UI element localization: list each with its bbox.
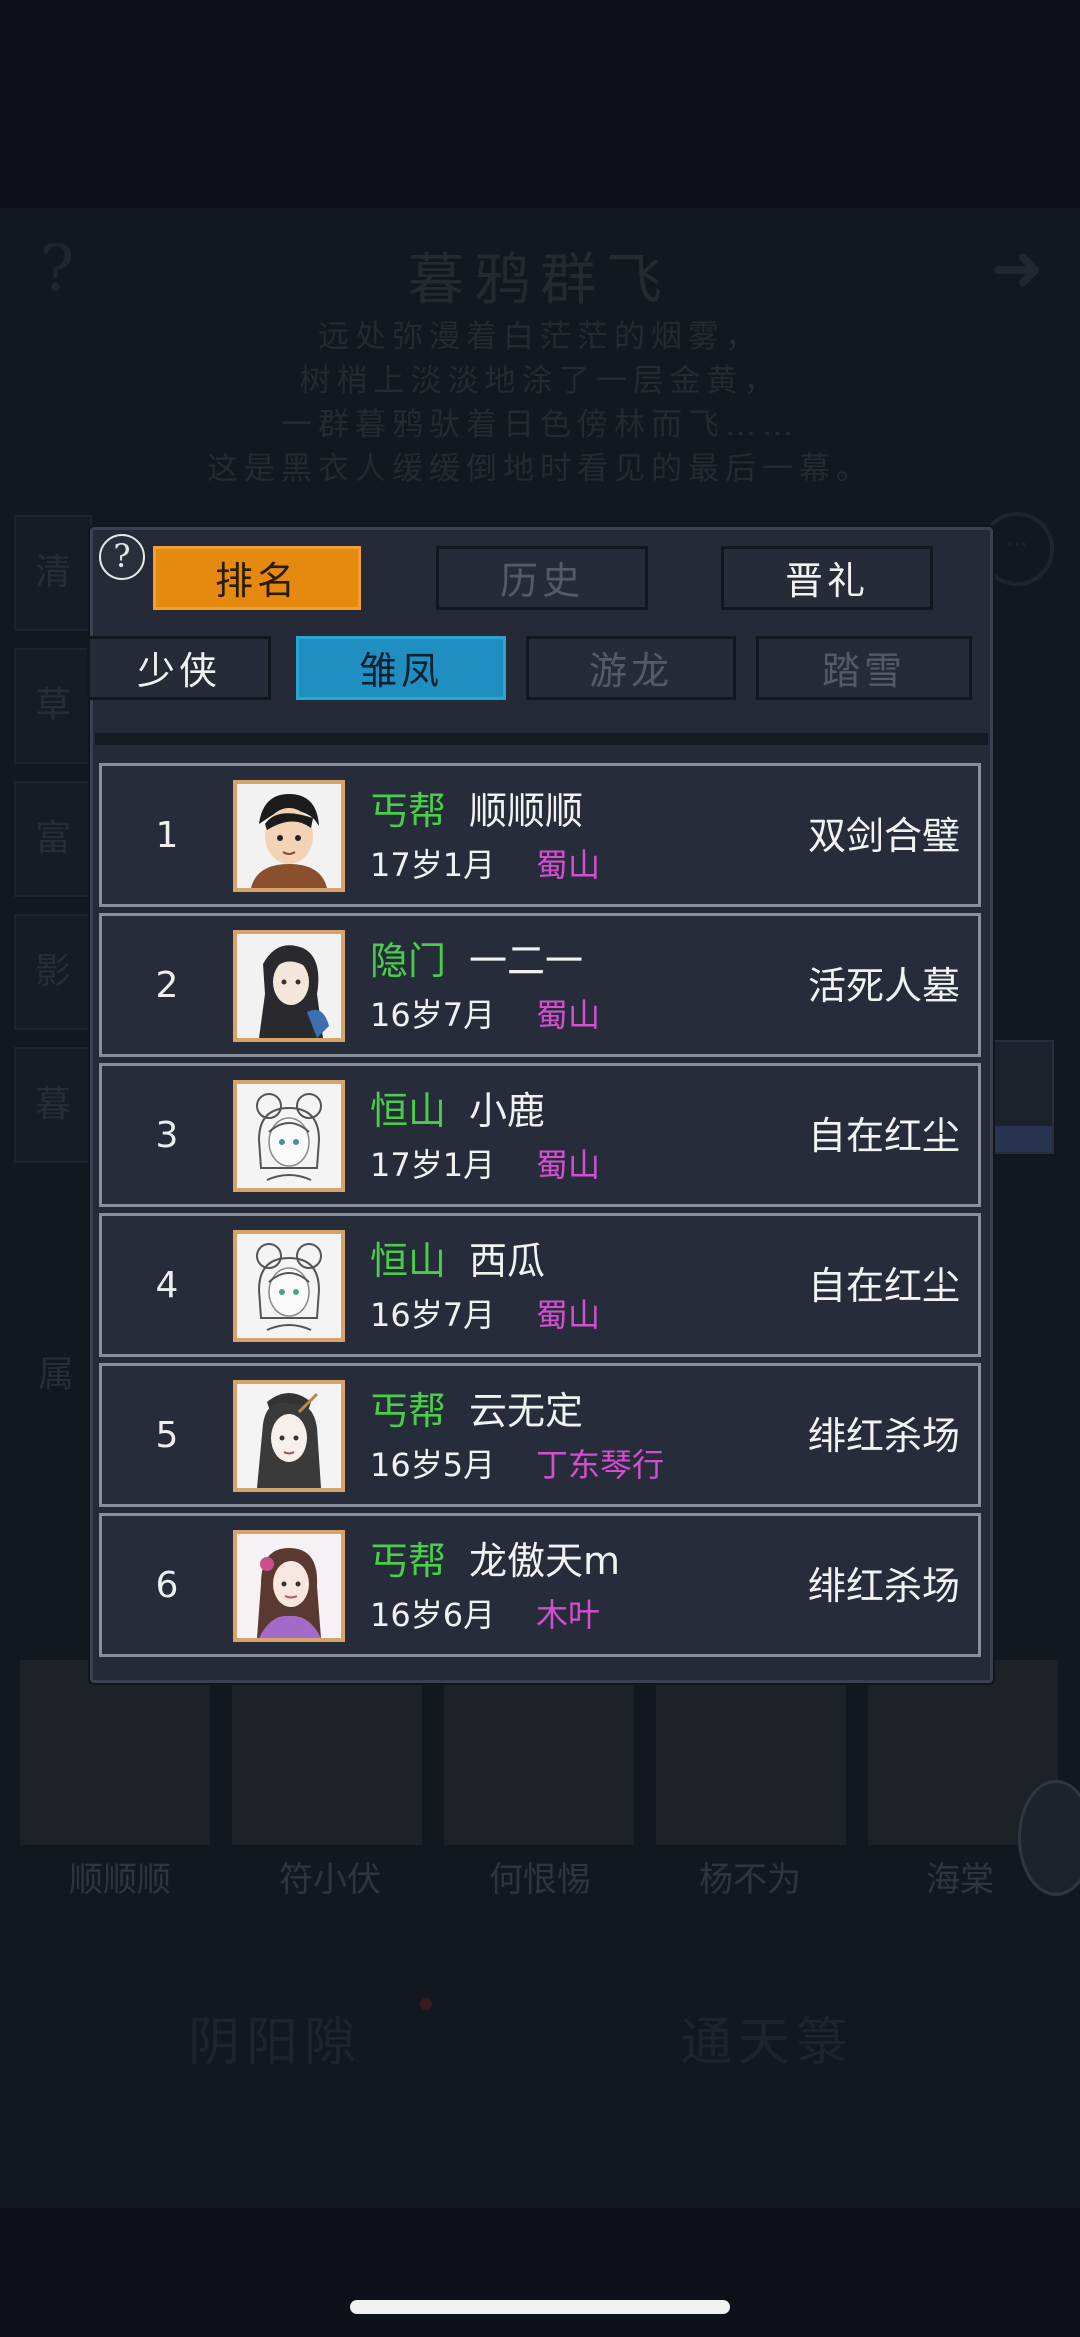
ranking-row[interactable]: 5 丐帮 云无定 16岁5月 丁东琴行 绯红杀场 (99, 1363, 981, 1507)
player-age: 16岁7月 (370, 1296, 496, 1334)
player-name: 一二一 (469, 939, 584, 983)
sect-name: 丐帮 (370, 789, 447, 833)
sect-name: 丐帮 (370, 1389, 447, 1433)
help-icon[interactable]: ? (99, 534, 145, 580)
player-name: 龙傲天m (469, 1539, 621, 1583)
ranking-dialog: ? 排名 历史 晋礼 少侠 雏凤 游龙 踏雪 1 丐帮 顺顺顺 17岁1月 蜀山… (87, 527, 993, 1683)
rank-number: 3 (155, 1115, 179, 1156)
tab-shaoxia[interactable]: 少侠 (87, 636, 271, 700)
swordswoman-avatar (233, 1380, 345, 1492)
server-name: 蜀山 (536, 846, 601, 884)
ranking-row[interactable]: 3 恒山 小鹿 17岁1月 蜀山 自在红尘 (99, 1063, 981, 1207)
player-title: 绯红杀场 (807, 1414, 960, 1458)
server-name: 蜀山 (536, 1146, 601, 1184)
player-age: 16岁7月 (370, 996, 496, 1034)
tab-promotion[interactable]: 晋礼 (721, 546, 933, 610)
server-name: 蜀山 (536, 1296, 601, 1334)
tab-history[interactable]: 历史 (436, 546, 648, 610)
hair-bun-girl-avatar (233, 1230, 345, 1342)
long-hair-woman-avatar (233, 930, 345, 1042)
player-name: 西瓜 (469, 1239, 546, 1283)
ranking-row[interactable]: 1 丐帮 顺顺顺 17岁1月 蜀山 双剑合璧 (99, 763, 981, 907)
player-title: 绯红杀场 (807, 1564, 960, 1608)
server-name: 丁东琴行 (536, 1446, 665, 1484)
player-title: 活死人墓 (807, 964, 960, 1008)
sect-name: 隐门 (370, 939, 447, 983)
sect-name: 恒山 (370, 1089, 447, 1133)
player-name: 小鹿 (469, 1089, 546, 1133)
hair-bun-girl-avatar (233, 1080, 345, 1192)
ranking-row[interactable]: 4 恒山 西瓜 16岁7月 蜀山 自在红尘 (99, 1213, 981, 1357)
tab-taxue[interactable]: 踏雪 (756, 636, 972, 700)
sect-name: 恒山 (370, 1239, 447, 1283)
tab-youlong[interactable]: 游龙 (526, 636, 736, 700)
player-title: 自在红尘 (807, 1264, 960, 1308)
server-name: 蜀山 (536, 996, 601, 1034)
rank-number: 1 (155, 815, 179, 856)
rank-number: 5 (155, 1415, 179, 1456)
ranking-row[interactable]: 6 丐帮 龙傲天m 16岁6月 木叶 绯红杀场 (99, 1513, 981, 1657)
list-header-divider (95, 733, 988, 745)
player-age: 17岁1月 (370, 1146, 496, 1184)
server-name: 木叶 (536, 1596, 601, 1634)
young-man-avatar (233, 780, 345, 892)
player-name: 云无定 (469, 1389, 584, 1433)
rank-number: 2 (155, 965, 179, 1006)
player-age: 16岁6月 (370, 1596, 496, 1634)
lady-flower-avatar (233, 1530, 345, 1642)
tab-ranking[interactable]: 排名 (153, 546, 361, 610)
home-indicator[interactable] (350, 2300, 730, 2314)
rank-number: 4 (155, 1265, 179, 1306)
player-title: 双剑合璧 (807, 814, 960, 858)
sect-name: 丐帮 (370, 1539, 447, 1583)
player-name: 顺顺顺 (469, 789, 584, 833)
player-age: 17岁1月 (370, 846, 496, 884)
tab-chufeng[interactable]: 雏凤 (296, 636, 506, 700)
ranking-row[interactable]: 2 隐门 一二一 16岁7月 蜀山 活死人墓 (99, 913, 981, 1057)
player-title: 自在红尘 (807, 1114, 960, 1158)
rank-number: 6 (155, 1565, 179, 1606)
player-age: 16岁5月 (370, 1446, 496, 1484)
